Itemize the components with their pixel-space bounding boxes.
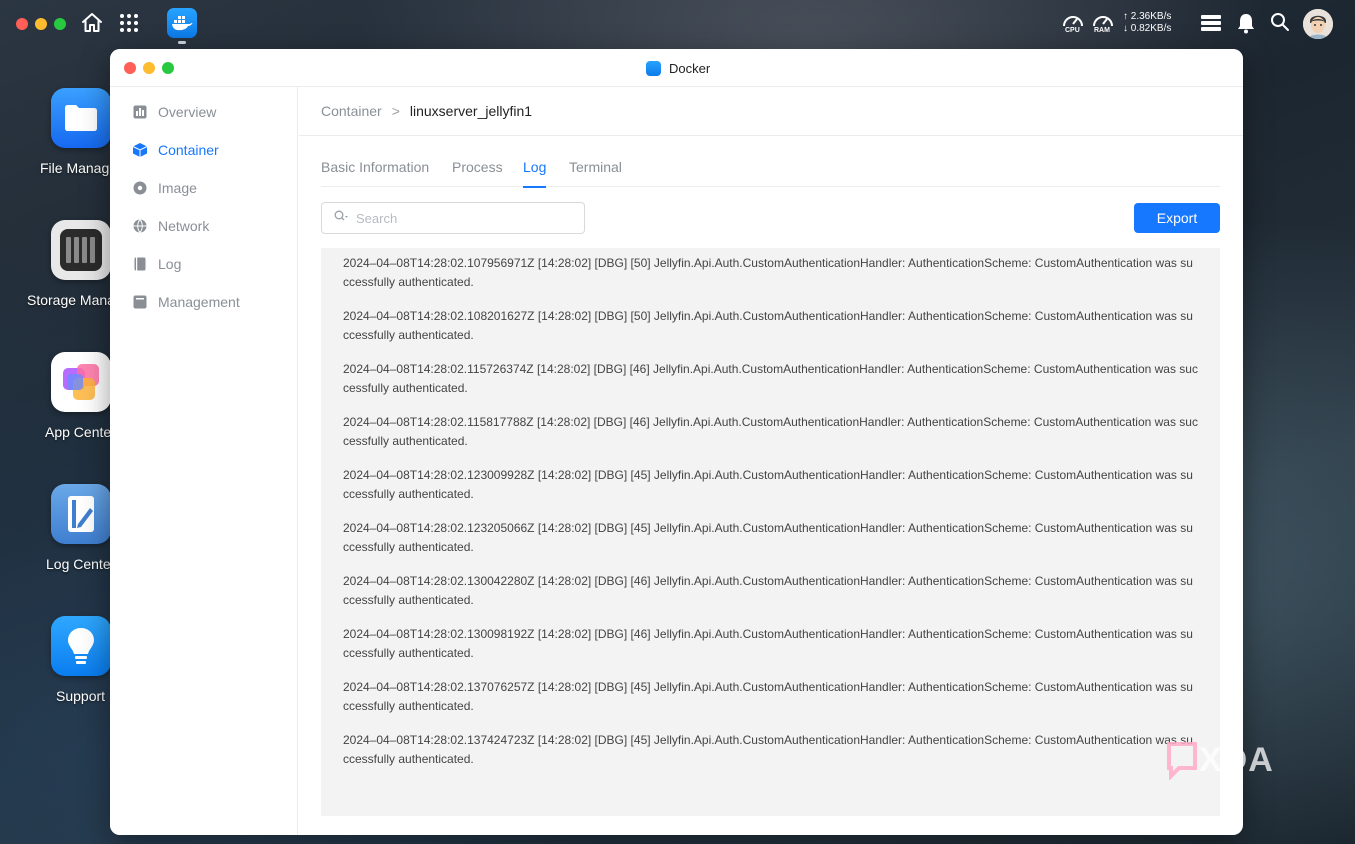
running-indicator: [178, 41, 186, 44]
system-top-bar: CPU RAM ↑ 2.36KB/s ↓ 0.82KB/s: [0, 0, 1355, 48]
log-entry: 2024–04–08T14:28:02.130042280Z [14:28:02…: [343, 574, 1193, 607]
sidebar-item-label: Management: [158, 294, 240, 310]
main-panel: Container > linuxserver_jellyfin1 Basic …: [299, 87, 1243, 835]
breadcrumb-separator: >: [391, 103, 400, 119]
book-icon: [132, 256, 148, 272]
xda-watermark: XDA: [1165, 740, 1274, 780]
sidebar-item-overview[interactable]: Overview: [110, 95, 298, 129]
xda-logo-icon: [1167, 742, 1197, 780]
log-center-icon: [51, 484, 111, 544]
docker-icon: [646, 60, 661, 76]
sidebar-item-container[interactable]: Container: [110, 133, 298, 167]
maximize-dot[interactable]: [54, 18, 66, 30]
management-icon: [132, 294, 148, 310]
tab-bar: Basic Information Process Log Terminal: [321, 159, 1220, 188]
search-input[interactable]: [356, 210, 576, 226]
storage-icon: [51, 220, 111, 280]
log-entry: 2024–04–08T14:28:02.123205066Z [14:28:02…: [343, 521, 1193, 554]
sidebar-item-label: Network: [158, 218, 210, 234]
log-entry: 2024–04–08T14:28:02.108201627Z [14:28:02…: [343, 309, 1193, 342]
folder-icon: [51, 88, 111, 148]
sidebar-item-label: Log: [158, 256, 182, 272]
download-rate: ↓ 0.82KB/s: [1123, 23, 1172, 34]
window-maximize-button[interactable]: [162, 62, 174, 74]
export-button[interactable]: Export: [1134, 203, 1220, 233]
task-list-icon[interactable]: [1200, 12, 1222, 34]
log-entry: 2024–04–08T14:28:02.130098192Z [14:28:02…: [343, 627, 1193, 660]
sidebar: Overview Container Image Network Log Man…: [110, 87, 298, 835]
lightbulb-icon: [51, 616, 111, 676]
home-icon[interactable]: [80, 11, 104, 35]
tab-terminal[interactable]: Terminal: [569, 159, 622, 187]
notification-bell-icon[interactable]: [1236, 12, 1258, 34]
divider: [299, 135, 1243, 136]
sidebar-item-label: Image: [158, 180, 197, 196]
sidebar-item-log[interactable]: Log: [110, 247, 298, 281]
app-center-icon: [51, 352, 111, 412]
log-entry: 2024–04–08T14:28:02.115817788Z [14:28:02…: [343, 415, 1198, 448]
overview-icon: [132, 104, 148, 120]
cube-icon: [132, 142, 148, 158]
app-grid-icon[interactable]: [119, 13, 139, 33]
log-entry: 2024–04–08T14:28:02.123009928Z [14:28:02…: [343, 468, 1193, 501]
tab-process[interactable]: Process: [452, 159, 503, 187]
upload-rate: ↑ 2.36KB/s: [1123, 11, 1172, 22]
sidebar-item-label: Overview: [158, 104, 217, 120]
sidebar-item-network[interactable]: Network: [110, 209, 298, 243]
cpu-label: CPU: [1065, 27, 1080, 34]
tab-basic-information[interactable]: Basic Information: [321, 159, 429, 187]
log-entry: 2024–04–08T14:28:02.137424723Z [14:28:02…: [343, 733, 1193, 766]
window-title-text: Docker: [669, 60, 711, 76]
window-titlebar[interactable]: Docker: [110, 49, 1243, 87]
docker-taskbar-icon[interactable]: [167, 8, 197, 38]
window-close-button[interactable]: [124, 62, 136, 74]
minimize-dot[interactable]: [35, 18, 47, 30]
log-entry: 2024–04–08T14:28:02.115726374Z [14:28:02…: [343, 362, 1198, 395]
sidebar-item-management[interactable]: Management: [110, 285, 298, 319]
search-icon[interactable]: [1270, 12, 1292, 34]
log-entry: 2024–04–08T14:28:02.107956971Z [14:28:02…: [343, 256, 1193, 289]
breadcrumb-current: linuxserver_jellyfin1: [409, 103, 533, 119]
window-minimize-button[interactable]: [143, 62, 155, 74]
user-avatar[interactable]: [1303, 9, 1333, 39]
search-box[interactable]: [321, 202, 585, 234]
disc-icon: [132, 180, 148, 196]
close-dot[interactable]: [16, 18, 28, 30]
log-output[interactable]: 2024–04–08T14:28:02.107956971Z [14:28:02…: [321, 248, 1220, 816]
log-entry: 2024–04–08T14:28:02.137076257Z [14:28:02…: [343, 680, 1193, 713]
sidebar-item-label: Container: [158, 142, 219, 158]
search-icon: [334, 209, 348, 227]
docker-window: Docker Overview Container Image Network …: [110, 49, 1243, 835]
sidebar-item-image[interactable]: Image: [110, 171, 298, 205]
watermark-text: XDA: [1199, 740, 1274, 779]
window-title: Docker: [646, 59, 710, 77]
network-speed: ↑ 2.36KB/s ↓ 0.82KB/s: [1123, 11, 1171, 35]
breadcrumb-parent[interactable]: Container: [321, 103, 382, 119]
tab-log[interactable]: Log: [523, 159, 547, 188]
breadcrumb: Container > linuxserver_jellyfin1: [321, 103, 532, 119]
ram-label: RAM: [1094, 27, 1110, 34]
globe-icon: [132, 218, 148, 234]
